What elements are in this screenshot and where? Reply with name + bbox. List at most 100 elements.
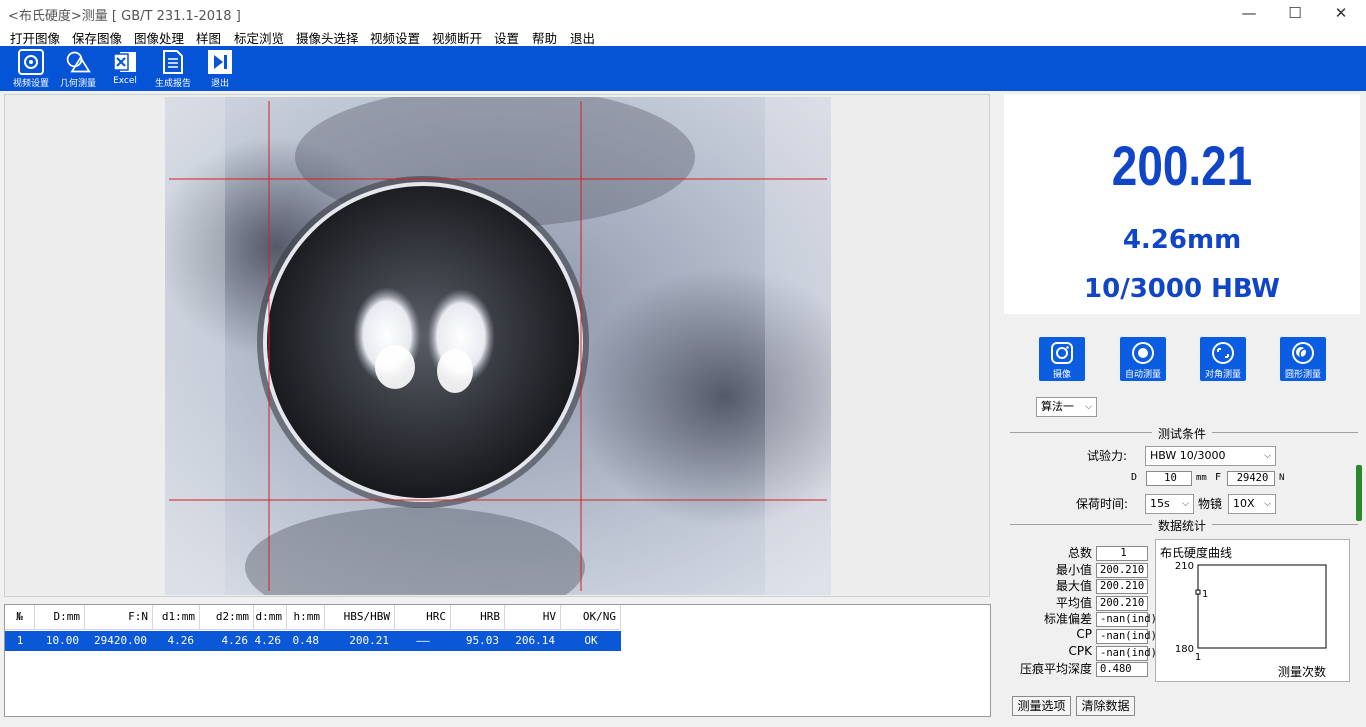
table-cell[interactable]: 0.48 <box>287 631 325 651</box>
column-header[interactable]: d1:mm <box>153 605 200 630</box>
menu-image-processing[interactable]: 图像处理 <box>134 28 184 47</box>
menu-calibration[interactable]: 标定浏览 <box>234 28 284 47</box>
report-label: 生成报告 <box>154 79 191 89</box>
force-select[interactable]: HBW 10/3000 ⌵ <box>1145 446 1276 466</box>
table-cell[interactable]: 206.14 <box>505 631 561 651</box>
circle-measure-button[interactable]: 圆形测量 <box>1280 337 1326 381</box>
stat-label: 总数 <box>1067 546 1092 560</box>
stat-value: 200.210 <box>1096 595 1148 611</box>
d-unit: mm <box>1196 473 1207 483</box>
objective-label: 物镜 <box>1198 497 1223 511</box>
plot-area <box>1197 564 1327 649</box>
menu-camera-select[interactable]: 摄像头选择 <box>296 28 359 47</box>
f-unit: N <box>1279 473 1285 483</box>
menu-settings[interactable]: 设置 <box>494 28 519 47</box>
diameter-value: 4.26mm <box>1122 225 1242 255</box>
menu-sample-image[interactable]: 样图 <box>196 28 221 47</box>
excel-button[interactable]: Excel <box>102 49 148 89</box>
table-cell[interactable]: 4.26 <box>200 631 254 651</box>
stat-label: CP <box>1076 627 1092 641</box>
capture-button[interactable]: 摄像 <box>1039 337 1085 381</box>
stat-value: 200.210 <box>1096 579 1148 595</box>
specimen-image[interactable] <box>165 97 831 595</box>
capture-label: 摄像 <box>1052 370 1071 380</box>
table-cell[interactable]: 4.26 <box>254 631 287 651</box>
column-header[interactable]: HV <box>505 605 561 630</box>
column-header[interactable]: HRB <box>451 605 505 630</box>
chevron-down-icon: ⌵ <box>1182 499 1189 509</box>
stat-label: 最大值 <box>1055 579 1092 594</box>
excel-icon <box>112 49 138 75</box>
exit-button[interactable]: 退出 <box>197 49 243 89</box>
hold-time-select[interactable]: 15s ⌵ <box>1145 494 1194 514</box>
geometry-icon <box>65 49 91 75</box>
clear-data-button[interactable]: 清除数据 <box>1076 696 1135 716</box>
video-settings-button[interactable]: 视频设置 <box>8 49 54 89</box>
measure-options-button[interactable]: 测量选项 <box>1012 696 1071 716</box>
menu-save-image[interactable]: 保存图像 <box>72 28 122 47</box>
geometry-measure-label: 几何测量 <box>59 79 96 89</box>
circle-measure-label: 圆形测量 <box>1284 370 1321 380</box>
f-field[interactable]: 29420 <box>1227 471 1275 486</box>
diagonal-measure-icon <box>1212 342 1234 364</box>
stat-value: -nan(ind) <box>1096 612 1157 628</box>
table-cell[interactable]: 29420.00 <box>85 631 153 651</box>
stat-value: -nan(ind) <box>1096 645 1157 661</box>
stat-value: 1 <box>1096 546 1148 561</box>
d-label: D <box>1131 472 1138 483</box>
table-cell[interactable]: 1 <box>5 631 35 651</box>
table-cell[interactable]: 95.03 <box>451 631 505 651</box>
excel-label: Excel <box>113 76 137 86</box>
exit-label: 退出 <box>210 79 229 89</box>
chart-title: 布氏硬度曲线 <box>1160 545 1232 560</box>
exit-icon <box>207 49 233 75</box>
minimize-button[interactable]: — <box>1226 0 1272 26</box>
menu-exit[interactable]: 退出 <box>570 28 595 47</box>
results-table[interactable]: № D:mm F:N d1:mm d2:mm d:mm h:mm HBS/HBW HRC HRB H… <box>4 604 991 717</box>
table-cell[interactable]: 10.00 <box>35 631 85 651</box>
image-viewer[interactable] <box>4 94 990 597</box>
auto-measure-icon <box>1132 342 1154 364</box>
geometry-measure-button[interactable]: 几何测量 <box>55 49 101 89</box>
data-label: 1 <box>1202 589 1208 600</box>
column-header[interactable]: d:mm <box>254 605 287 630</box>
column-header[interactable]: F:N <box>85 605 153 630</box>
column-header[interactable]: HRC <box>395 605 451 630</box>
toolbar: 视频设置 几何测量 Excel 生成报告 退出 <box>0 46 1366 91</box>
column-header[interactable]: d2:mm <box>200 605 254 630</box>
maximize-button[interactable]: ☐ <box>1272 0 1318 26</box>
camera-icon <box>1051 342 1073 364</box>
menu-video-disconnect[interactable]: 视频断开 <box>432 28 482 47</box>
f-label: F <box>1215 472 1222 483</box>
stats-title: 数据统计 <box>1152 517 1213 534</box>
column-header[interactable]: № <box>5 605 35 630</box>
x-tick-label: 1 <box>1195 652 1201 663</box>
force-value: HBW 10/3000 <box>1150 449 1226 462</box>
table-cell[interactable]: 200.21 <box>325 631 395 651</box>
column-header[interactable]: OK/NG <box>561 605 621 630</box>
report-button[interactable]: 生成报告 <box>150 49 196 89</box>
algorithm-select[interactable]: 算法一 ⌵ <box>1036 397 1097 417</box>
chevron-down-icon: ⌵ <box>1264 499 1271 509</box>
auto-measure-button[interactable]: 自动测量 <box>1120 337 1166 381</box>
video-settings-icon <box>18 49 44 75</box>
panel-scrollbar[interactable] <box>1356 465 1362 521</box>
hardness-readout: 200.21 4.26mm 10/3000 HBW <box>1004 94 1360 314</box>
column-header[interactable]: D:mm <box>35 605 85 630</box>
d-field[interactable]: 10 <box>1146 471 1192 486</box>
column-header[interactable]: h:mm <box>287 605 325 630</box>
hardness-chart: 布氏硬度曲线 210 180 1 测量次数 1 <box>1155 539 1350 682</box>
conditions-title: 测试条件 <box>1152 425 1213 442</box>
menu-video-settings[interactable]: 视频设置 <box>370 28 420 47</box>
diagonal-measure-button[interactable]: 对角测量 <box>1200 337 1246 381</box>
close-button[interactable]: ✕ <box>1318 0 1364 26</box>
scale-value: 10/3000 HBW <box>1084 274 1280 304</box>
objective-select[interactable]: 10X ⌵ <box>1228 494 1276 514</box>
table-cell[interactable]: OK <box>561 631 621 651</box>
hardness-value: 200.21 <box>1111 134 1253 197</box>
menu-open-image[interactable]: 打开图像 <box>10 28 60 47</box>
column-header[interactable]: HBS/HBW <box>325 605 395 630</box>
menu-help[interactable]: 帮助 <box>532 28 557 47</box>
table-cell[interactable]: —— <box>395 631 451 651</box>
table-cell[interactable]: 4.26 <box>153 631 200 651</box>
